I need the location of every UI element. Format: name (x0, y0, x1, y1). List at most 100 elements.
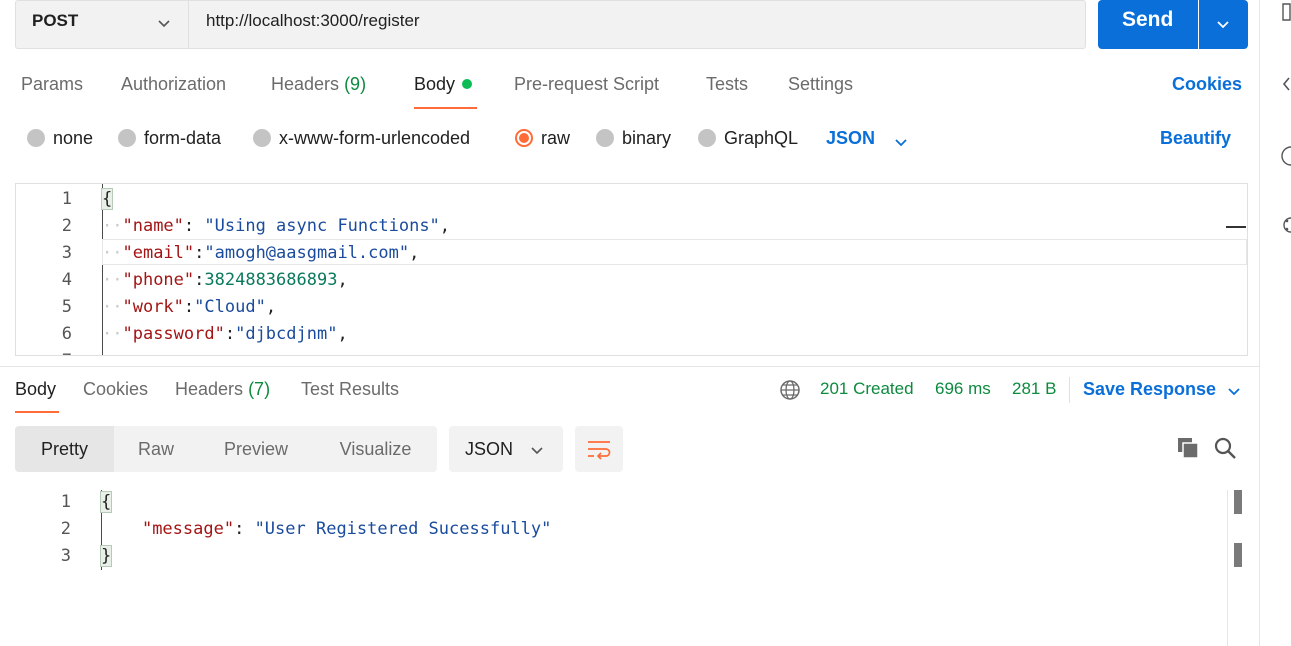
response-tab-test-results[interactable]: Test Results (301, 379, 399, 400)
radio-icon (596, 129, 614, 147)
json-value: "User Registered Sucessfully" (254, 519, 552, 539)
line-number: 4 (61, 270, 72, 290)
cookies-link[interactable]: Cookies (1172, 74, 1242, 95)
radio-label: form-data (144, 128, 222, 148)
scrollbar-marker (1226, 226, 1246, 228)
json-separator: : (194, 270, 205, 290)
response-time[interactable]: 696 ms (935, 379, 991, 399)
radio-binary[interactable]: binary (596, 128, 671, 149)
tab-authorization[interactable]: Authorization (121, 74, 226, 95)
tab-headers[interactable]: Headers (9) (271, 74, 366, 95)
radio-label: GraphQL (724, 128, 799, 148)
document-icon[interactable] (1281, 2, 1291, 22)
radio-label: binary (622, 128, 672, 148)
radio-form-data[interactable]: form-data (118, 128, 221, 149)
brace-match: { (100, 188, 114, 210)
line-number: 7 (32, 351, 72, 355)
code-line: ··"phone":3824883686893, (102, 270, 348, 290)
json-key: "password" (122, 324, 225, 344)
status-code[interactable]: 201 Created (820, 379, 914, 399)
response-tab-headers[interactable]: Headers (7) (175, 379, 270, 400)
send-button[interactable]: Send (1098, 0, 1198, 49)
status-dot (462, 79, 473, 89)
line-number: 1 (60, 492, 71, 512)
view-raw[interactable]: Raw (114, 426, 198, 472)
tab-label: Headers (175, 379, 244, 399)
line-number: 6 (61, 324, 72, 344)
view-pretty[interactable]: Pretty (15, 426, 114, 472)
radio-label: raw (541, 128, 571, 148)
scrollbar-marker (1234, 543, 1242, 567)
tab-body[interactable]: Body (414, 74, 473, 95)
response-tab-body[interactable]: Body (15, 379, 56, 400)
method-select[interactable]: POST (15, 0, 188, 49)
response-format-label: JSON (465, 439, 514, 459)
chevron-down-icon (531, 447, 543, 455)
response-tab-cookies[interactable]: Cookies (83, 379, 148, 400)
json-comma: , (265, 297, 277, 317)
tab-label: Settings (788, 74, 854, 94)
json-key: "phone" (122, 270, 195, 290)
brace-match: { (99, 491, 113, 513)
json-separator: : (183, 216, 205, 236)
chevron-down-icon[interactable] (893, 134, 909, 150)
json-separator: : (234, 519, 255, 539)
chevron-down-icon (158, 20, 170, 28)
wrap-lines-button[interactable] (575, 426, 623, 472)
tab-label: Cookies (83, 379, 149, 399)
json-separator: : (194, 243, 205, 263)
json-comma: , (337, 324, 348, 344)
radio-graphql[interactable]: GraphQL (698, 128, 798, 149)
json-key: "work" (122, 297, 184, 317)
tab-label: Authorization (121, 74, 227, 94)
response-scrollbar-track[interactable] (1227, 490, 1228, 646)
response-view-toggle: Pretty Raw Preview Visualize (15, 426, 437, 472)
code-line: { (99, 491, 113, 513)
search-icon[interactable] (1213, 436, 1237, 460)
view-preview[interactable]: Preview (198, 426, 314, 472)
beautify-link[interactable]: Beautify (1160, 128, 1231, 149)
info-icon[interactable] (1281, 145, 1291, 167)
json-separator: : (183, 297, 195, 317)
response-body-viewer[interactable]: 1 2 3 { "message": "User Registered Suce… (0, 490, 1227, 646)
response-size[interactable]: 281 B (1012, 379, 1056, 399)
cookie-icon[interactable] (1281, 216, 1291, 234)
editor-scrollbar-track[interactable] (1247, 184, 1248, 356)
tab-params[interactable]: Params (21, 74, 83, 95)
tab-label: Body (414, 74, 456, 94)
tab-label: Test Results (301, 379, 400, 399)
radio-raw[interactable]: raw (515, 128, 570, 149)
radio-x-www-form-urlencoded[interactable]: x-www-form-urlencoded (253, 128, 470, 149)
json-comma: , (409, 243, 420, 263)
scrollbar-marker (1234, 490, 1242, 514)
request-body-editor[interactable]: 1 2 3 4 5 6 7 { ··"name": "Using async F… (15, 183, 1248, 356)
method-label: POST (32, 11, 79, 30)
radio-none[interactable]: none (27, 128, 93, 149)
response-divider (0, 366, 1259, 367)
tab-label: Headers (271, 74, 340, 94)
response-format-select[interactable]: JSON (449, 426, 563, 472)
tab-pre-request-script[interactable]: Pre-request Script (514, 74, 659, 95)
send-options-button[interactable] (1199, 0, 1248, 49)
chevron-left-icon[interactable] (1281, 74, 1291, 94)
chevron-down-icon[interactable] (1226, 383, 1242, 399)
active-tab-indicator (15, 411, 59, 413)
url-input[interactable]: http://localhost:3000/register (188, 0, 1086, 49)
json-key: "email" (122, 243, 195, 263)
tab-tests[interactable]: Tests (706, 74, 748, 95)
radio-icon (253, 129, 271, 147)
brace-match: } (99, 545, 113, 567)
view-visualize[interactable]: Visualize (314, 426, 437, 472)
tab-settings[interactable]: Settings (788, 74, 853, 95)
line-number: 2 (60, 519, 71, 539)
save-response-button[interactable]: Save Response (1083, 379, 1216, 400)
json-value: 3824883686893 (204, 270, 338, 290)
radio-icon (698, 129, 716, 147)
code-line: ··"email":"amogh@aasgmail.com", (102, 243, 420, 263)
globe-icon[interactable] (779, 379, 801, 401)
tab-label: Params (21, 74, 84, 94)
body-format-select[interactable]: JSON (826, 128, 875, 149)
line-number: 1 (61, 189, 72, 209)
code-line: ··"password":"djbcdjnm", (102, 324, 348, 344)
copy-icon[interactable] (1176, 436, 1200, 460)
